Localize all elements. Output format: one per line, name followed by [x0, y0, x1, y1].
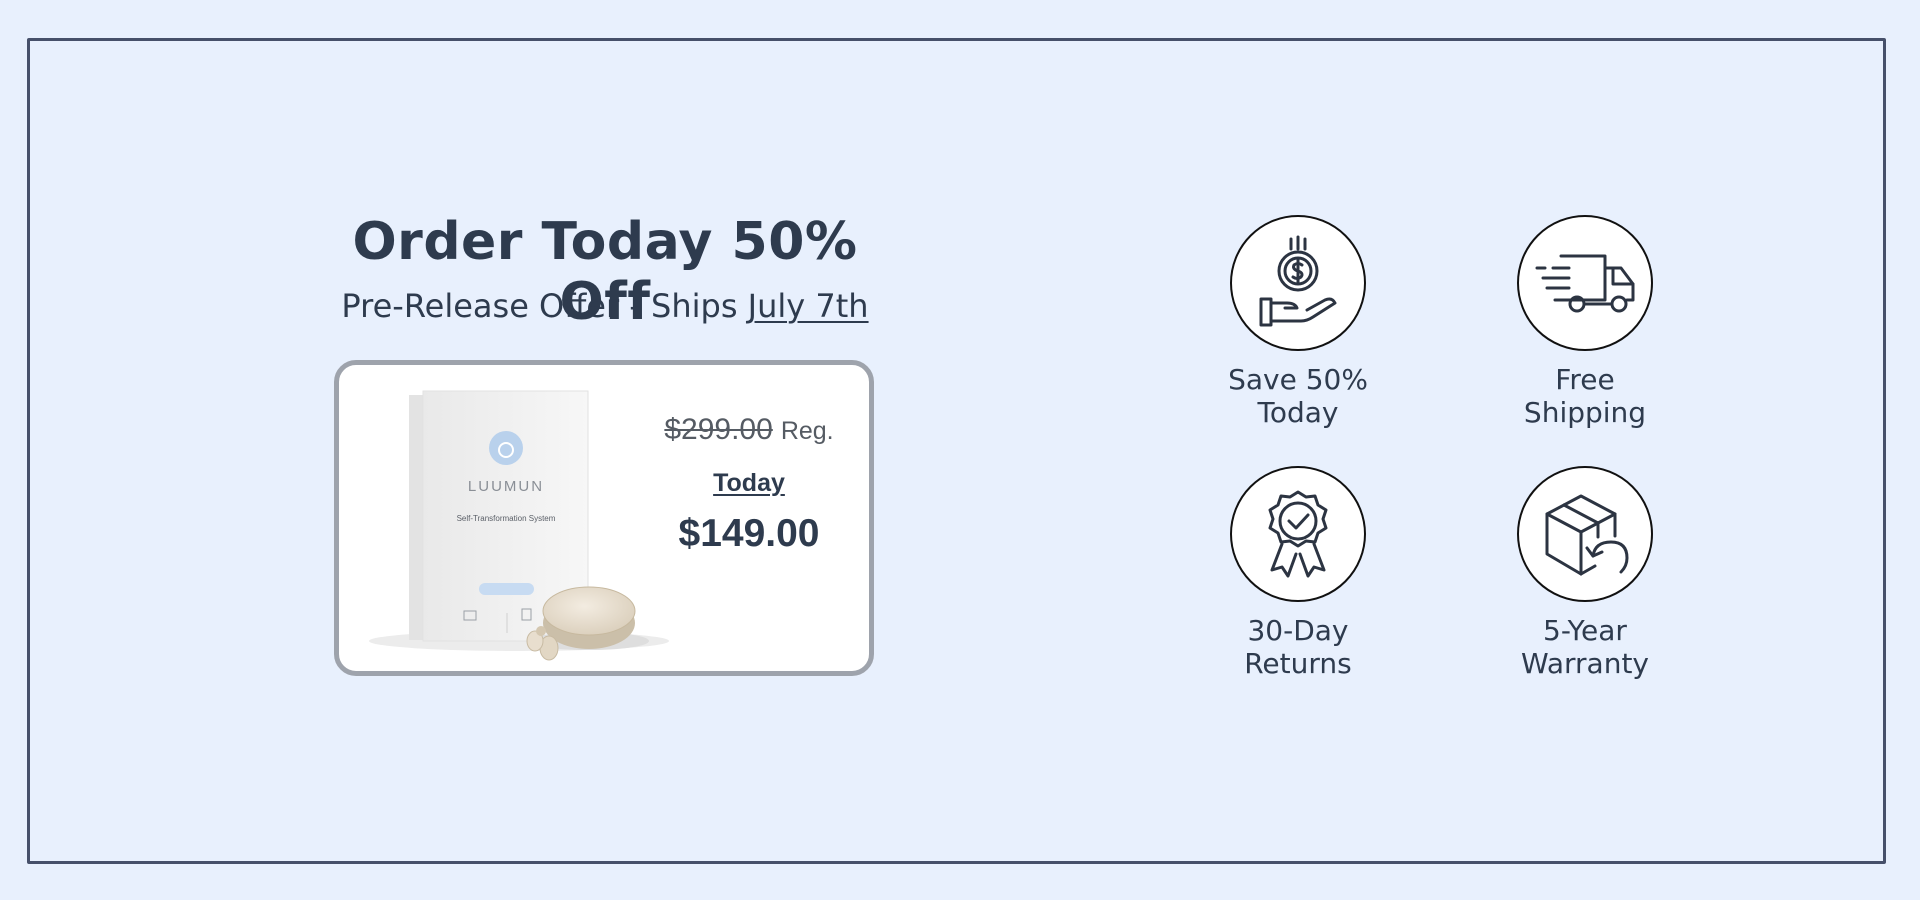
subhead-prefix: Pre-Release Offer - Ships [341, 287, 748, 325]
delivery-truck-icon [1535, 254, 1635, 313]
feature-label-line2: Today [1257, 396, 1339, 429]
feature-label-line1: Save 50% [1228, 363, 1368, 396]
feature-label: Free Shipping [1465, 363, 1705, 429]
feature-icon-circle [1517, 466, 1653, 602]
regular-price: $299.00 [664, 413, 773, 446]
award-badge-icon [1268, 490, 1328, 578]
feature-label: Save 50% Today [1178, 363, 1418, 429]
offer-subhead: Pre-Release Offer - Ships July 7th [300, 287, 910, 325]
feature-label-line2: Warranty [1520, 647, 1650, 680]
feature-label: 5-Year Warranty [1465, 614, 1705, 680]
offer-frame [27, 38, 1886, 864]
today-price: $149.00 [678, 512, 820, 555]
price-block: $299.00 Reg. Today $149.00 [629, 413, 869, 556]
feature-label-line2: Returns [1244, 647, 1352, 680]
box-brand: LUUMUN [468, 478, 544, 495]
ship-date-link[interactable]: July 7th [748, 287, 869, 325]
feature-shipping: Free Shipping [1465, 215, 1705, 429]
feature-label-line1: Free [1555, 363, 1615, 396]
product-card[interactable]: LUUMUN Self-Transformation System $299.0… [334, 360, 874, 676]
regular-price-line: $299.00 Reg. [629, 413, 869, 447]
feature-icon-circle [1517, 215, 1653, 351]
hand-coin-icon [1259, 235, 1337, 327]
feature-returns: 30-Day Returns [1178, 466, 1418, 680]
regular-label: Reg. [780, 417, 834, 445]
feature-save: Save 50% Today [1178, 215, 1418, 429]
feature-icon-circle [1230, 466, 1366, 602]
feature-icon-circle [1230, 215, 1366, 351]
feature-label-line1: 30-Day [1247, 614, 1349, 647]
box-subtitle: Self-Transformation System [457, 514, 556, 523]
box-return-icon [1545, 494, 1629, 576]
product-image: LUUMUN Self-Transformation System [369, 390, 669, 661]
feature-label-line2: Shipping [1523, 396, 1647, 429]
today-label: Today [713, 469, 785, 497]
feature-label-line1: 5-Year [1543, 614, 1627, 647]
feature-label: 30-Day Returns [1178, 614, 1418, 680]
feature-warranty: 5-Year Warranty [1465, 466, 1705, 680]
